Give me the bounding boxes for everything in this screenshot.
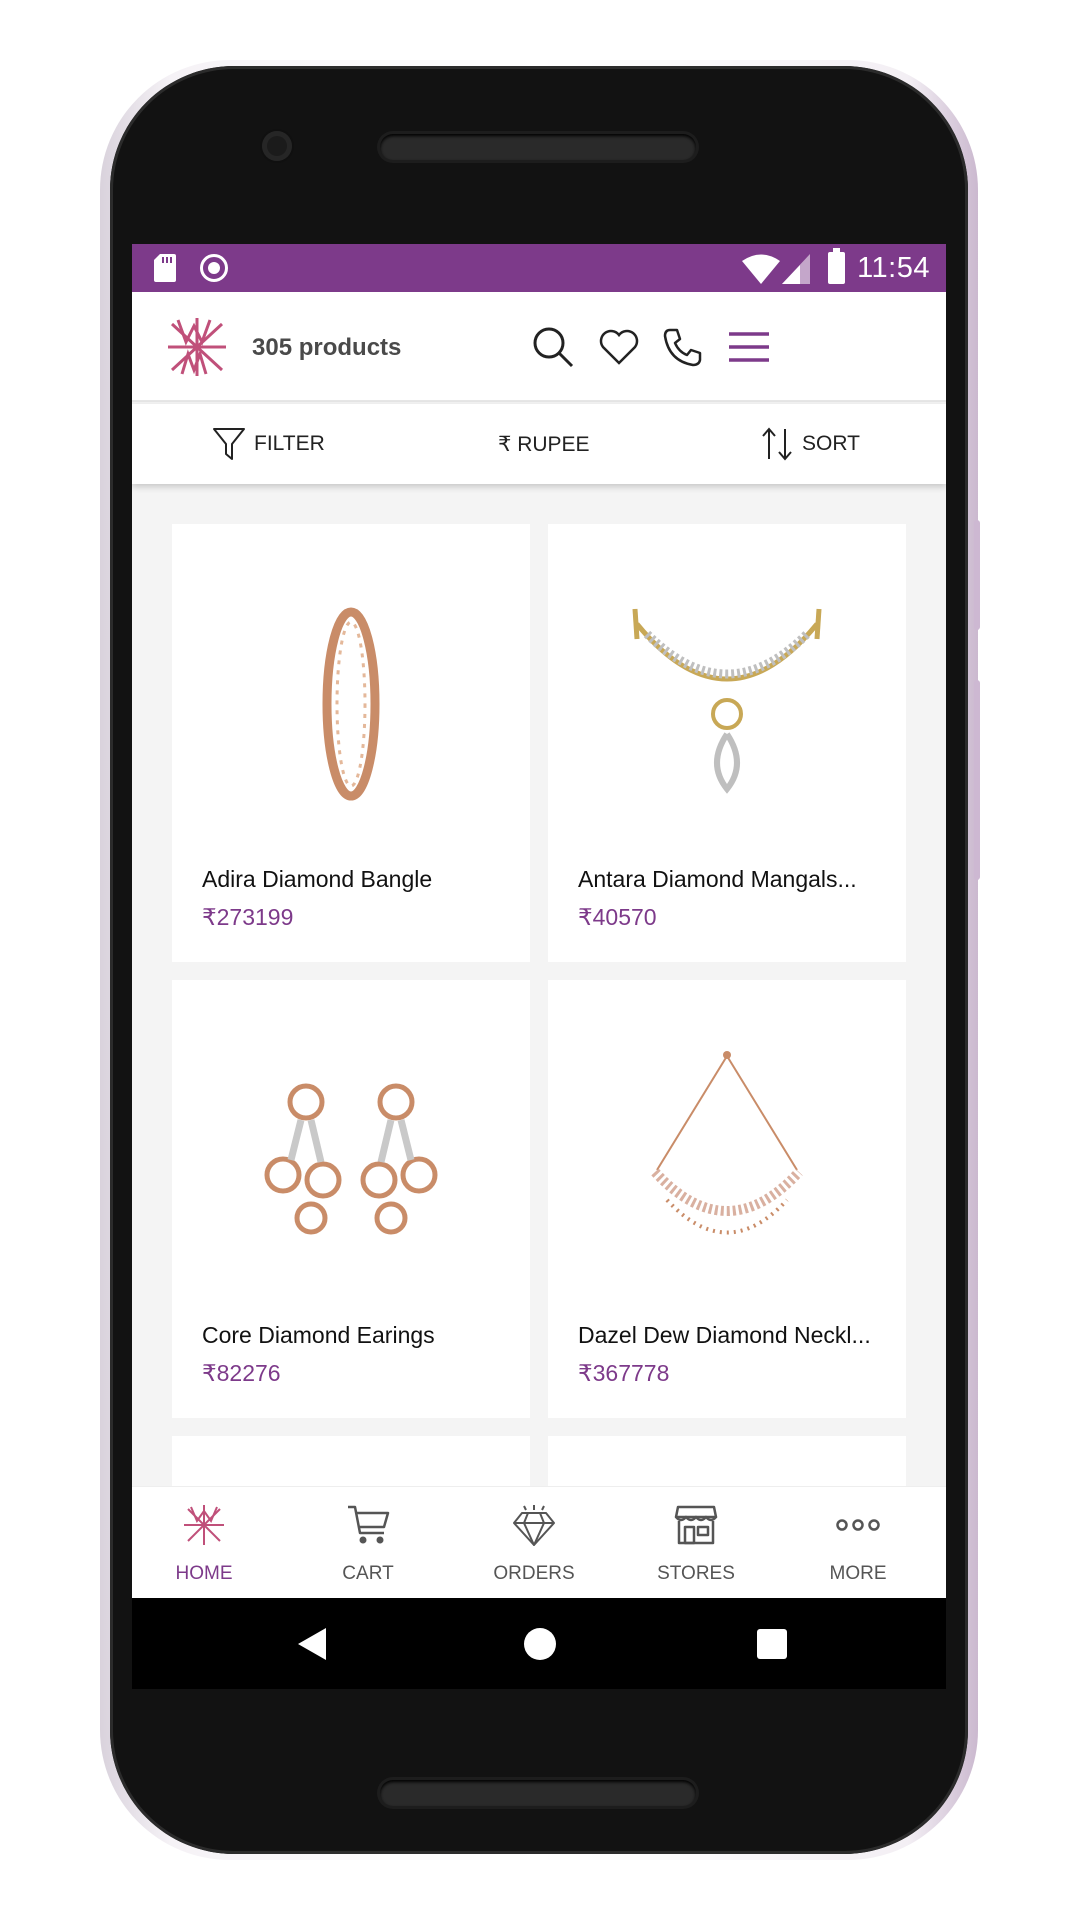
phone-icon	[663, 328, 702, 367]
nav-cart[interactable]: CART	[298, 1487, 438, 1599]
recents-icon[interactable]	[752, 1624, 792, 1664]
sort-button[interactable]: SORT	[760, 404, 860, 484]
product-price: ₹273199	[202, 904, 294, 930]
product-card[interactable]: Dazel Dew Diamond Neckl... ₹367778	[548, 980, 906, 1418]
sync-icon	[200, 254, 228, 282]
bottom-speaker	[380, 1780, 696, 1806]
product-image	[172, 554, 530, 854]
bottom-nav: HOME CART ORDERS STORES MORE	[132, 1486, 946, 1598]
filter-label: FILTER	[254, 432, 325, 455]
call-button[interactable]	[658, 322, 708, 372]
filter-bar: FILTER ₹ RUPEE SORT	[132, 404, 946, 484]
heart-icon	[599, 329, 639, 365]
product-count: 305 products	[252, 334, 402, 361]
menu-icon	[729, 332, 769, 362]
nav-cart-label: CART	[342, 1563, 394, 1584]
brand-logo[interactable]	[164, 314, 230, 380]
menu-button[interactable]	[724, 322, 774, 372]
product-name: Antara Diamond Mangals...	[578, 866, 857, 892]
nav-home[interactable]: HOME	[134, 1487, 274, 1599]
cart-icon	[348, 1505, 390, 1544]
product-card[interactable]: Antara Diamond Mangals... ₹40570	[548, 524, 906, 962]
mangalsutra-image	[632, 608, 822, 794]
screen: 11:54 305 products FILTER ₹ RUPEE SORT A…	[132, 244, 946, 1689]
search-icon	[533, 327, 574, 368]
product-name: Adira Diamond Bangle	[202, 866, 433, 892]
nav-stores-label: STORES	[657, 1563, 735, 1584]
back-icon[interactable]	[292, 1624, 332, 1664]
nav-stores[interactable]: STORES	[626, 1487, 766, 1599]
product-image	[172, 1010, 530, 1310]
product-price: ₹40570	[578, 904, 657, 930]
earrings-image	[264, 1083, 438, 1235]
sd-card-icon	[154, 254, 176, 282]
volume-key	[974, 520, 980, 630]
nav-more-label: MORE	[829, 1563, 887, 1584]
nav-orders-label: ORDERS	[493, 1563, 575, 1584]
status-time: 11:54	[857, 252, 930, 284]
battery-icon	[828, 248, 845, 284]
product-name: Core Diamond Earings	[202, 1322, 435, 1348]
power-key	[974, 680, 980, 880]
currency-label: ₹ RUPEE	[498, 432, 590, 456]
store-icon	[674, 1505, 718, 1545]
home-logo-icon	[184, 1505, 224, 1545]
app-header: 305 products	[132, 292, 946, 402]
nav-more[interactable]: MORE	[788, 1487, 928, 1599]
product-image	[548, 554, 906, 854]
system-nav-bar	[132, 1598, 946, 1689]
search-button[interactable]	[528, 322, 578, 372]
product-card[interactable]: Core Diamond Earings ₹82276	[172, 980, 530, 1418]
wishlist-button[interactable]	[594, 322, 644, 372]
signal-icon	[782, 254, 810, 284]
sort-label: SORT	[802, 432, 860, 455]
front-camera	[262, 131, 292, 161]
wifi-icon	[742, 254, 780, 284]
product-card[interactable]: Adira Diamond Bangle ₹273199	[172, 524, 530, 962]
diamond-icon	[513, 1505, 555, 1546]
product-name: Dazel Dew Diamond Neckl...	[578, 1322, 871, 1348]
nav-orders[interactable]: ORDERS	[464, 1487, 604, 1599]
product-price: ₹367778	[578, 1360, 670, 1386]
more-dots-icon	[836, 1519, 880, 1531]
currency-button[interactable]: ₹ RUPEE	[498, 404, 590, 484]
filter-button[interactable]: FILTER	[212, 404, 325, 484]
product-image	[548, 1010, 906, 1310]
bangle-image	[322, 607, 380, 801]
sort-icon	[762, 427, 792, 461]
necklace-image	[651, 1051, 803, 1235]
funnel-icon	[213, 428, 245, 460]
home-icon[interactable]	[520, 1624, 560, 1664]
status-bar: 11:54	[132, 244, 946, 292]
nav-home-label: HOME	[175, 1563, 233, 1584]
top-speaker	[380, 134, 696, 160]
product-price: ₹82276	[202, 1360, 281, 1386]
